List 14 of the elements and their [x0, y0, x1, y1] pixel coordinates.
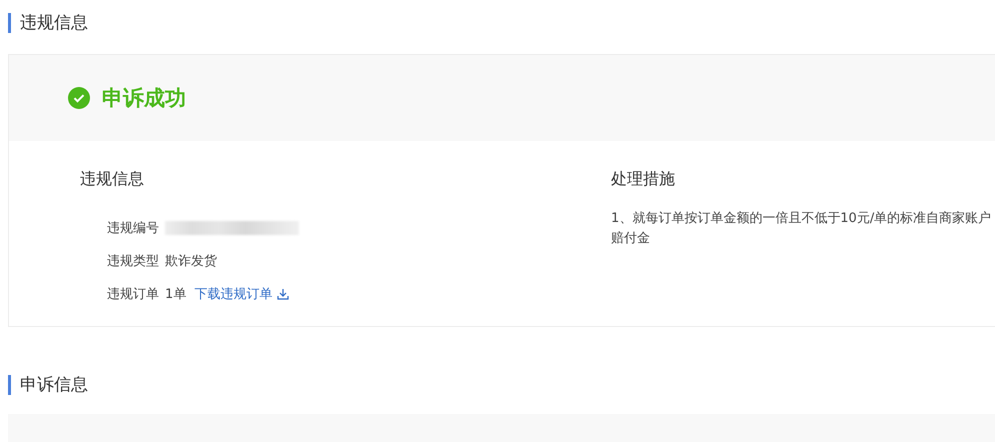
field-label: 违规编号	[107, 220, 160, 236]
section-title: 申诉信息	[8, 375, 88, 395]
measure-text: 1、就每订单按订单金额的一倍且不低于10元/单的标准自商家账户 赔付金	[611, 210, 992, 248]
field-label: 违规订单	[107, 286, 160, 302]
check-circle-icon	[68, 87, 90, 109]
field-value: 1单	[165, 286, 186, 302]
download-icon	[277, 288, 290, 300]
section-title: 违规信息	[8, 13, 88, 33]
field-label: 违规类型	[107, 252, 160, 270]
field-value: 欺诈发货	[165, 252, 217, 270]
subsection-title: 处理措施	[611, 169, 676, 189]
download-link[interactable]: 下载违规订单	[194, 284, 290, 302]
subsection-title: 违规信息	[80, 169, 145, 189]
status-title: 申诉成功	[102, 85, 186, 112]
